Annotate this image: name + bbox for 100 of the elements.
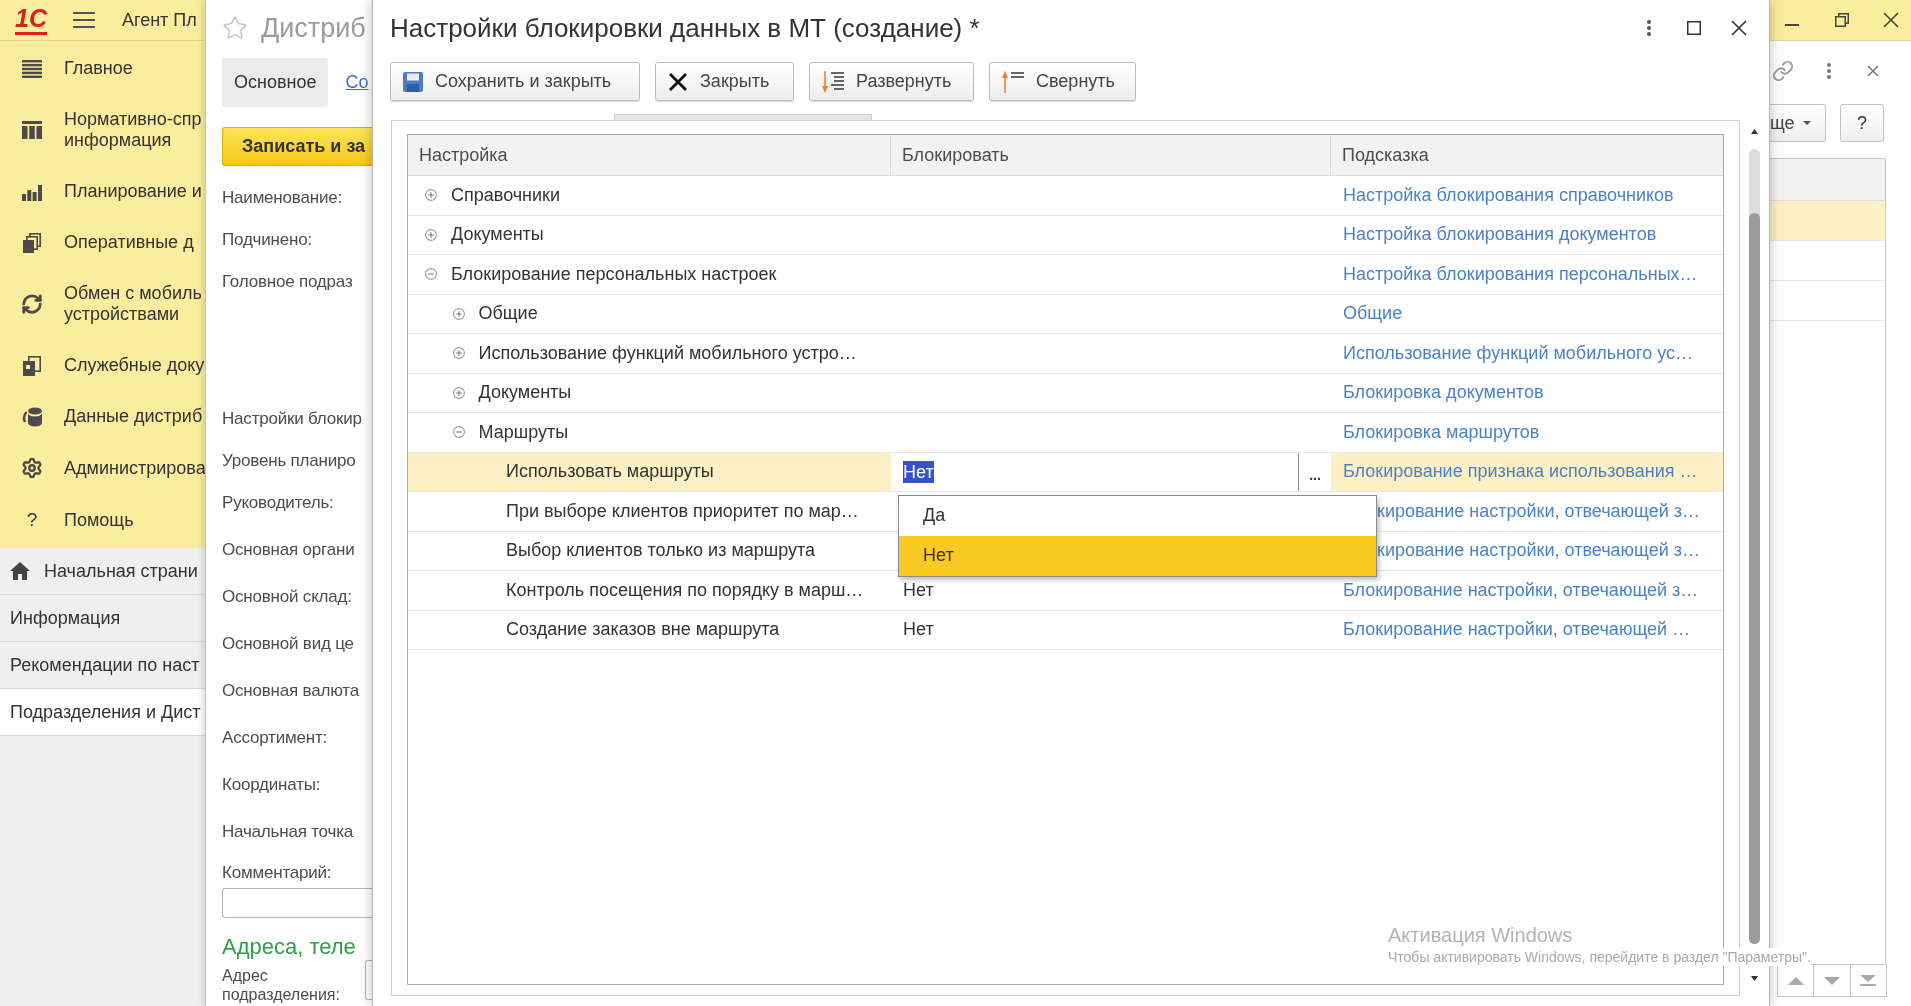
- setting-name: Маршруты: [478, 420, 569, 444]
- value-field[interactable]: Нет ...: [891, 452, 1331, 491]
- setting-name: Документы: [451, 223, 544, 247]
- hint-text: Настройка блокирования справочников: [1343, 183, 1674, 207]
- hint-text: Использование функций мобильного ус…: [1343, 341, 1694, 365]
- field-label: Основной вид це: [222, 633, 354, 655]
- help-icon: ?: [22, 509, 42, 531]
- field-label: Настройки блокир: [222, 408, 362, 430]
- setting-name: Создание заказов вне маршрута: [506, 618, 780, 642]
- scroll-down-arrow-icon[interactable]: [1751, 976, 1758, 981]
- setting-name: Использование функций мобильного устро…: [478, 341, 857, 365]
- logo[interactable]: 1С: [15, 5, 47, 35]
- more-icon[interactable]: [1827, 63, 1831, 79]
- field-label: Основная органи: [222, 539, 355, 561]
- form-tab[interactable]: Основное: [222, 58, 329, 107]
- star-icon[interactable]: [222, 15, 248, 41]
- nav-section[interactable]: Главное: [0, 43, 205, 94]
- collapse-button[interactable]: Свернуть: [989, 62, 1136, 101]
- field-label: Основной склад:: [222, 586, 352, 608]
- hint-text: Блокирование признака использования …: [1343, 460, 1698, 484]
- form-tab[interactable]: Со: [345, 69, 369, 96]
- setting-name: Документы: [478, 381, 572, 405]
- nav-section[interactable]: Администрирова: [0, 442, 205, 494]
- column-header[interactable]: Блокировать: [891, 135, 1331, 175]
- field-label: Руководитель:: [222, 492, 334, 514]
- up-triangle-icon: [1787, 976, 1804, 985]
- nav-section[interactable]: Служебные доку: [0, 340, 205, 391]
- menu-lines-icon: [22, 59, 42, 78]
- bar-chart-icon: [22, 182, 42, 201]
- hint-text: Блокировка маршрутов: [1343, 420, 1540, 444]
- choice-button[interactable]: ...: [1298, 452, 1331, 491]
- hint-text: кирование настройки, отвечающей з…: [1377, 499, 1700, 523]
- section-heading: Адреса, теле: [222, 935, 356, 959]
- field-label: Наименование:: [222, 187, 342, 209]
- nav-section[interactable]: Оперативные д: [0, 217, 205, 268]
- setting-name: Общие: [478, 302, 538, 326]
- hint-text: Общие: [1343, 302, 1403, 326]
- plus-circle-icon[interactable]: [452, 347, 465, 360]
- help-button[interactable]: ?: [1840, 104, 1884, 142]
- setting-name: Блокирование персональных настроек: [451, 262, 777, 286]
- minus-circle-icon[interactable]: [425, 268, 437, 281]
- table-cell-text: Нет: [903, 578, 934, 602]
- scroll-up-arrow-icon[interactable]: [1751, 129, 1758, 134]
- minus-circle-icon[interactable]: [452, 426, 465, 439]
- setting-name: Контроль посещения по порядку в марш…: [506, 578, 864, 602]
- field-label: Адрес подразделения:: [222, 966, 340, 1004]
- restore-icon[interactable]: [1835, 13, 1849, 27]
- dropdown-option[interactable]: Да: [899, 495, 1376, 536]
- expand-button[interactable]: Развернуть: [809, 62, 974, 101]
- dialog-title: Настройки блокировки данных в МТ (создание) *: [390, 13, 980, 43]
- nav-section[interactable]: Обмен с мобиль устройствами: [0, 268, 205, 340]
- app-title: Агент Пл: [121, 8, 197, 32]
- column-header[interactable]: Подсказка: [1331, 135, 1723, 175]
- field-label: Подчинено:: [222, 229, 312, 251]
- field-label: Ассортимент:: [222, 727, 327, 749]
- window-tab[interactable]: Подразделения и Дист: [0, 689, 205, 736]
- more-button[interactable]: ще: [1770, 104, 1826, 142]
- plus-circle-icon[interactable]: [452, 386, 465, 399]
- arrow-up-list-icon: [1002, 70, 1024, 93]
- down-to-bar-icon: [1860, 975, 1877, 986]
- documents-icon: [23, 355, 41, 376]
- field-label: Координаты:: [222, 774, 321, 796]
- activation-text: Чтобы активировать Windows, перейдите в раздел "Параметры".: [1388, 948, 1811, 966]
- field-label: Уровень планиро: [222, 450, 356, 472]
- setting-name: При выборе клиентов приоритет по мар…: [506, 499, 859, 523]
- close-button[interactable]: Закрыть: [655, 62, 794, 101]
- nav-section[interactable]: Нормативно-спр информация: [0, 94, 205, 166]
- maximize-icon[interactable]: [1687, 21, 1701, 35]
- nav-section[interactable]: Данные дистриб: [0, 391, 205, 442]
- database-icon: [22, 406, 42, 427]
- hint-text: Настройка блокирования документов: [1343, 223, 1657, 247]
- address-field[interactable]: [365, 960, 372, 1000]
- close-icon[interactable]: [1731, 20, 1747, 36]
- link-icon[interactable]: [1772, 60, 1794, 82]
- arrow-down-list-icon: [822, 70, 844, 93]
- comment-field[interactable]: [222, 888, 372, 918]
- field-label: Начальная точка: [222, 821, 354, 843]
- column-header[interactable]: Настройка: [408, 135, 891, 175]
- hint-text: Блокирование настройки, отвечающей …: [1343, 618, 1691, 642]
- menu-icon[interactable]: [72, 12, 95, 28]
- dropdown-option[interactable]: Нет: [899, 535, 1376, 576]
- setting-name: Выбор клиентов только из маршрута: [506, 539, 816, 563]
- plus-circle-icon[interactable]: [452, 307, 465, 320]
- table-cell-text: Нет: [903, 618, 934, 642]
- refresh-arrows-icon: [21, 293, 43, 315]
- close-icon[interactable]: [1883, 12, 1899, 28]
- nav-section[interactable]: Планирование и: [0, 166, 205, 217]
- hint-text: Блокирование настройки, отвечающей з…: [1343, 578, 1699, 602]
- caret-icon: [1802, 121, 1811, 125]
- hint-text: Настройка блокирования персональных…: [1343, 262, 1698, 286]
- more-icon[interactable]: [1647, 20, 1651, 36]
- plus-circle-icon[interactable]: [425, 228, 437, 241]
- save-and-close-button[interactable]: Сохранить и закрыть: [390, 62, 640, 101]
- selected-text: Нет: [903, 460, 934, 483]
- nav-section[interactable]: ? Помощь: [0, 494, 205, 546]
- plus-circle-icon[interactable]: [425, 189, 437, 202]
- write-and-close-button[interactable]: Записать и за: [222, 127, 372, 166]
- stacked-documents-icon: [23, 232, 41, 253]
- gear-icon: [21, 457, 43, 479]
- down-triangle-icon: [1824, 976, 1840, 985]
